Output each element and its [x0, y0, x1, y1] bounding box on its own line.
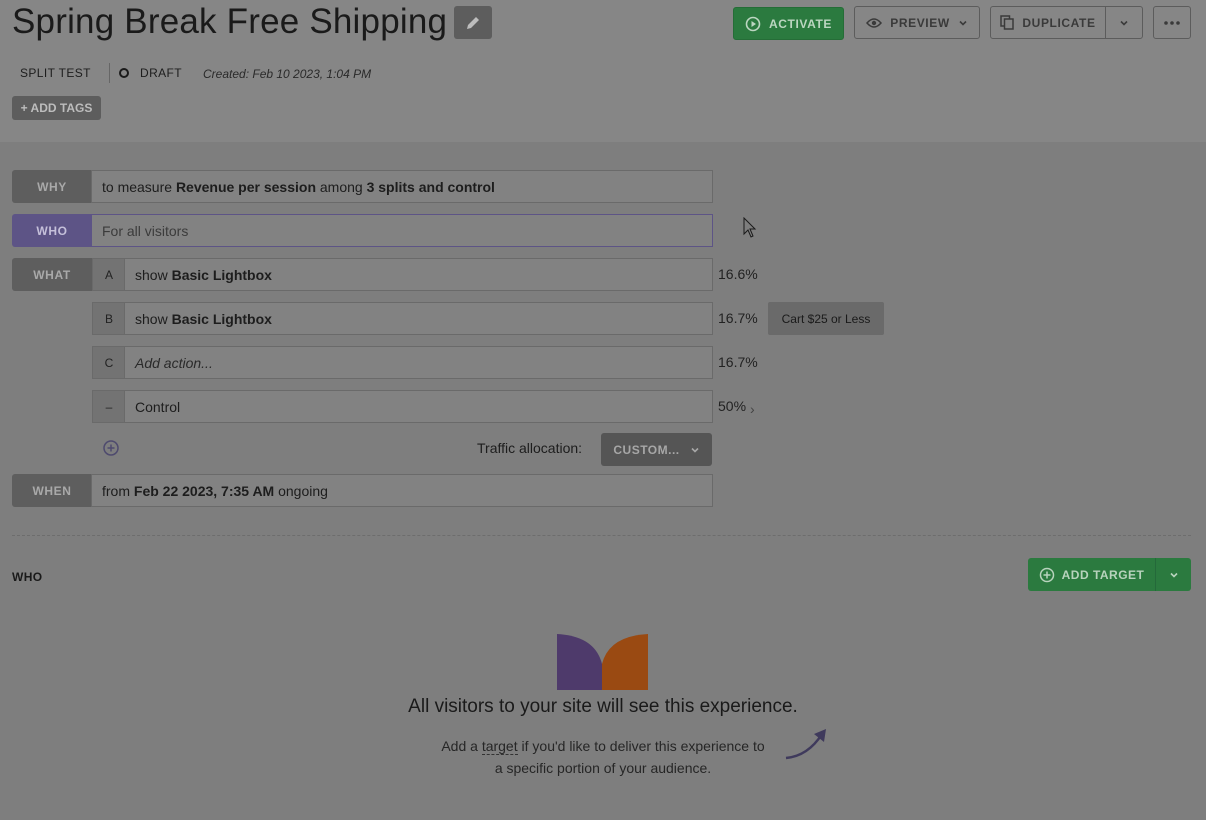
what-label: WHAT: [12, 258, 92, 291]
curved-arrow-icon: [785, 729, 826, 760]
activate-button[interactable]: ACTIVATE: [733, 7, 844, 40]
variant-percent: 50%: [718, 398, 747, 414]
variant-percent: 16.7%: [718, 310, 758, 326]
variant-action[interactable]: Basic Lightbox: [172, 311, 272, 327]
add-target-options-button[interactable]: [1155, 558, 1191, 591]
brand-logo: [557, 634, 648, 690]
duplicate-options-button[interactable]: [1105, 6, 1143, 39]
empty-suffix: if you'd like to deliver this experience…: [517, 738, 765, 754]
mouse-cursor-icon: [743, 217, 757, 238]
variant-a-field[interactable]: show Basic Lightbox: [124, 258, 713, 291]
empty-prefix: Add a: [441, 738, 482, 754]
edit-title-button[interactable]: [454, 6, 492, 39]
duplicate-label: DUPLICATE: [1022, 15, 1096, 30]
variant-action[interactable]: Basic Lightbox: [172, 267, 272, 283]
why-field[interactable]: to measure Revenue per session among 3 s…: [91, 170, 713, 203]
why-middle: among: [316, 178, 367, 195]
more-dots-icon: [1164, 20, 1180, 25]
who-label: WHO: [12, 214, 92, 247]
preview-button[interactable]: PREVIEW: [854, 6, 980, 39]
chevron-down-icon: [1169, 572, 1178, 578]
variant-prefix: show: [135, 310, 172, 327]
plus-circle-icon: [1039, 567, 1054, 582]
chevron-right-icon[interactable]: ›: [750, 401, 755, 417]
why-prefix: to measure: [102, 178, 176, 195]
when-field[interactable]: from Feb 22 2023, 7:35 AM ongoing: [91, 474, 713, 507]
who-field[interactable]: For all visitors: [91, 214, 713, 247]
target-badge[interactable]: Cart $25 or Less: [768, 302, 884, 335]
traffic-allocation-select[interactable]: CUSTOM...: [601, 433, 712, 466]
preview-label: PREVIEW: [890, 15, 950, 30]
chevron-down-icon: [691, 447, 699, 453]
traffic-allocation-value: CUSTOM...: [613, 442, 680, 457]
when-date[interactable]: Feb 22 2023, 7:35 AM: [134, 483, 274, 499]
chevron-down-icon: [1120, 20, 1128, 26]
add-tags-button[interactable]: + ADD TAGS: [12, 96, 101, 120]
when-suffix: ongoing: [274, 482, 328, 499]
duplicate-button[interactable]: DUPLICATE: [990, 6, 1106, 39]
variant-b-field[interactable]: show Basic Lightbox: [124, 302, 713, 335]
empty-state-title: All visitors to your site will see this …: [408, 696, 798, 717]
variant-letter: A: [92, 258, 125, 291]
empty-state-line-2: a specific portion of your audience.: [494, 760, 712, 776]
more-options-button[interactable]: [1153, 6, 1191, 39]
play-circle-icon: [745, 16, 761, 31]
pencil-icon: [467, 16, 479, 29]
traffic-allocation-label: Traffic allocation:: [477, 440, 583, 456]
why-groups[interactable]: 3 splits and control: [367, 179, 495, 195]
who-section-heading: WHO: [12, 570, 43, 584]
add-variant-icon[interactable]: [102, 439, 120, 457]
copy-icon: [1000, 15, 1015, 30]
variant-prefix: show: [135, 266, 172, 283]
activate-label: ACTIVATE: [768, 16, 833, 31]
variant-percent: 16.6%: [718, 266, 758, 282]
variant-letter: –: [92, 390, 125, 423]
experience-type: SPLIT TEST: [20, 66, 91, 80]
variant-letter: C: [92, 346, 125, 379]
variant-letter: B: [92, 302, 125, 335]
meta-divider: [109, 63, 110, 83]
variant-percent: 16.7%: [718, 354, 758, 370]
when-label: WHEN: [12, 474, 92, 507]
when-prefix: from: [102, 482, 134, 499]
page-title: Spring Break Free Shipping: [12, 2, 448, 41]
created-timestamp: Created: Feb 10 2023, 1:04 PM: [203, 67, 372, 81]
control-field[interactable]: Control: [124, 390, 713, 423]
target-link[interactable]: target: [481, 738, 518, 755]
why-metric[interactable]: Revenue per session: [176, 179, 316, 195]
status-dot-icon: [119, 68, 129, 78]
add-target-button[interactable]: ADD TARGET: [1028, 558, 1155, 591]
variant-c-field[interactable]: Add action...: [124, 346, 713, 379]
add-target-label: ADD TARGET: [1061, 567, 1145, 582]
chevron-down-icon: [959, 20, 967, 26]
section-divider: [12, 535, 1191, 536]
empty-state-line-1: Add a target if you'd like to deliver th…: [0, 738, 1206, 755]
eye-icon: [866, 17, 883, 28]
why-label: WHY: [12, 170, 92, 203]
status-badge: DRAFT: [140, 66, 182, 80]
